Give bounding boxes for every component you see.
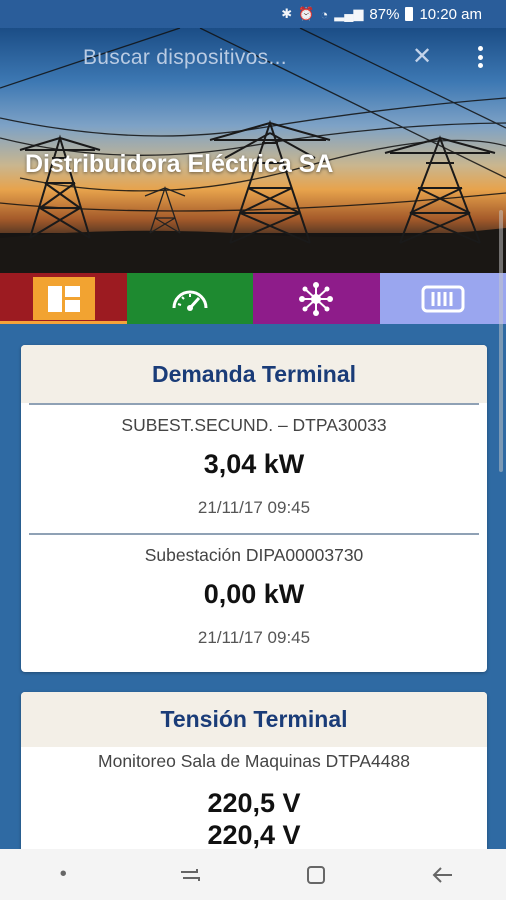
status-bar: ✱ ⏰ ◔ ▂▄▆ 87% 10:20 am xyxy=(0,0,506,28)
demand-value: 0,00 kW xyxy=(203,578,305,609)
timestamp: 21/11/17 09:45 xyxy=(197,498,311,517)
demand-value: 3,04 kW xyxy=(203,448,305,479)
tab-gauge[interactable] xyxy=(126,273,253,324)
company-title: Distribuidora Eléctrica SA xyxy=(25,150,334,178)
back-icon[interactable] xyxy=(428,860,458,890)
meter-icon xyxy=(421,285,465,312)
alarm-icon: ⏰ xyxy=(298,6,315,21)
clock: 10:20 am xyxy=(419,5,482,23)
tab-dashboard[interactable] xyxy=(0,273,127,324)
signal-icon: ▂▄▆ xyxy=(334,6,364,21)
battery-percent: 87% xyxy=(369,5,400,23)
tab-bar xyxy=(0,273,506,324)
bluetooth-icon: ✱ xyxy=(281,6,293,21)
timestamp: 21/11/17 09:45 xyxy=(197,628,311,647)
demand-card-title: Demanda Terminal xyxy=(21,345,487,403)
tension-card-title: Tensión Terminal xyxy=(21,692,487,747)
list-item[interactable]: Subestación DIPA00003730 0,00 kW 21/11/1… xyxy=(21,535,487,657)
scrollbar[interactable] xyxy=(499,210,503,472)
tab-network[interactable] xyxy=(253,273,380,324)
tab-meter[interactable] xyxy=(379,273,506,324)
battery-icon xyxy=(405,7,414,21)
device-name: Subestación DIPA00003730 xyxy=(144,545,364,565)
speedometer-icon xyxy=(172,290,208,311)
home-icon[interactable] xyxy=(301,860,331,890)
navigation-bar: • xyxy=(0,849,506,900)
more-options-icon[interactable] xyxy=(471,46,489,68)
network-icon xyxy=(299,281,334,316)
search-input[interactable]: Buscar dispositivos... xyxy=(83,46,287,70)
device-name: SUBEST.SECUND. – DTPA30033 xyxy=(121,415,387,435)
header-banner: Buscar dispositivos... ✕ Distribuidora E… xyxy=(0,28,506,273)
close-icon[interactable]: ✕ xyxy=(412,42,432,71)
list-item[interactable]: SUBEST.SECUND. – DTPA30033 3,04 kW 21/11… xyxy=(21,405,487,527)
voltage-value: 220,5 V xyxy=(207,788,301,818)
dot-icon[interactable]: • xyxy=(48,860,78,890)
device-name: Monitoreo Sala de Maquinas DTPA4488 xyxy=(98,751,410,771)
list-item[interactable]: Monitoreo Sala de Maquinas DTPA4488 220,… xyxy=(21,747,487,851)
wifi-icon: ◔ xyxy=(320,6,329,22)
tab-selected-indicator xyxy=(0,321,127,324)
recents-icon[interactable] xyxy=(175,860,205,890)
demand-card[interactable]: Demanda Terminal SUBEST.SECUND. – DTPA30… xyxy=(21,345,487,672)
voltage-value: 220,4 V xyxy=(207,820,301,850)
dashboard-icon xyxy=(33,277,95,320)
